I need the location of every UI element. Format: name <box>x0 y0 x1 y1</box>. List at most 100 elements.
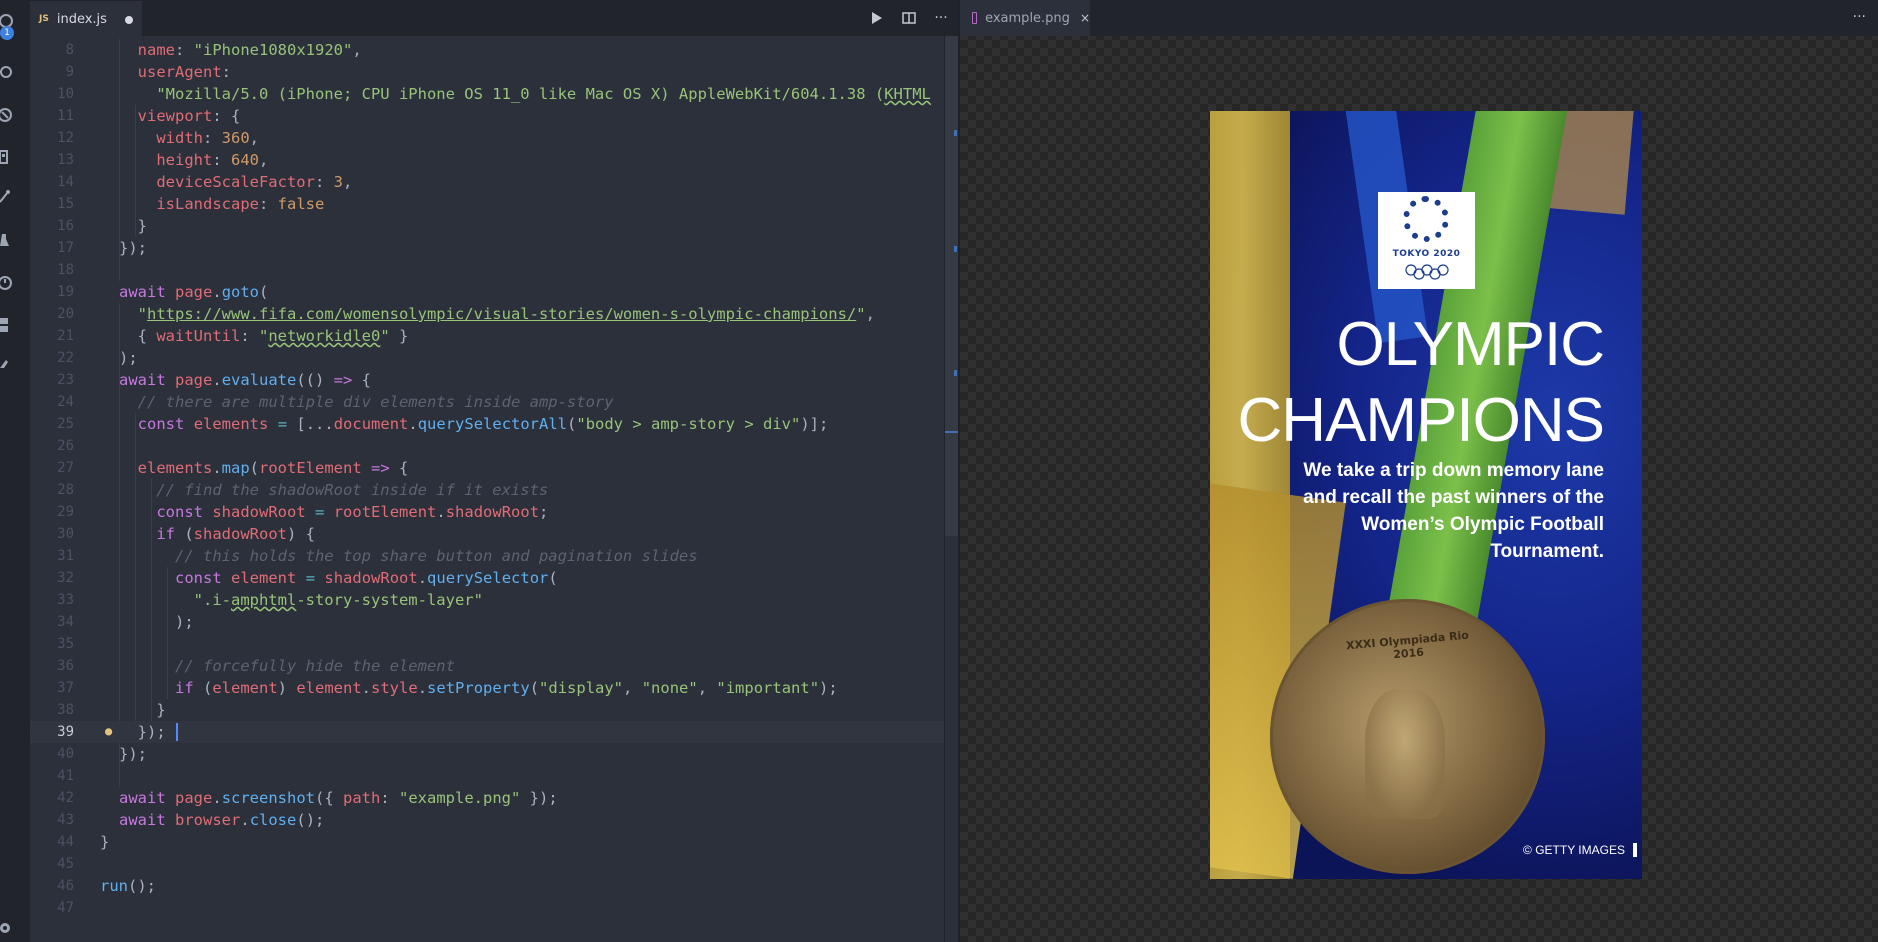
code-text[interactable]: "Mozilla/5.0 (iPhone; CPU iPhone OS 11_0… <box>119 83 931 105</box>
code-line[interactable]: 26 <box>30 435 948 457</box>
settings-gear-icon[interactable] <box>0 917 18 939</box>
code-line[interactable]: 20 "https://www.fifa.com/womensolympic/v… <box>30 303 948 325</box>
line-number: 35 <box>57 636 74 652</box>
more-actions-icon[interactable]: ··· <box>932 9 950 27</box>
code-line[interactable]: 29 const shadowRoot = rootElement.shadow… <box>30 501 948 523</box>
code-line[interactable]: 46 run(); <box>30 875 948 897</box>
code-line[interactable]: 41 <box>30 765 948 787</box>
more-actions-icon[interactable]: ··· <box>1853 9 1866 25</box>
code-line[interactable]: 8 name: "iPhone1080x1920", <box>30 39 948 61</box>
code-text[interactable]: // there are multiple div elements insid… <box>119 391 614 413</box>
code-line[interactable]: 22); <box>30 347 948 369</box>
code-line[interactable]: 14 deviceScaleFactor: 3, <box>30 171 948 193</box>
code-text[interactable]: }); <box>119 237 147 259</box>
code-line[interactable]: 47 <box>30 897 948 919</box>
code-line[interactable]: 45 <box>30 853 948 875</box>
code-line[interactable]: 13 height: 640, <box>30 149 948 171</box>
code-text[interactable]: height: 640, <box>119 149 268 171</box>
code-line[interactable]: 18 <box>30 259 948 281</box>
code-line[interactable]: 15 isLandscape: false <box>30 193 948 215</box>
code-text[interactable]: ); <box>119 611 194 633</box>
code-text[interactable]: } <box>100 831 109 853</box>
code-text[interactable]: }); <box>119 743 147 765</box>
tab-example-png[interactable]: example.png × <box>960 0 1090 36</box>
lightbulb-icon[interactable]: ● <box>105 724 112 738</box>
code-line[interactable]: 24 // there are multiple div elements in… <box>30 391 948 413</box>
code-text[interactable]: { waitUntil: "networkidle0" } <box>119 325 409 347</box>
code-line[interactable]: 33 ".i-amphtml-story-system-layer" <box>30 589 948 611</box>
code-line[interactable]: 30 if (shadowRoot) { <box>30 523 948 545</box>
code-line[interactable]: 31 // this holds the top share button an… <box>30 545 948 567</box>
code-text[interactable]: if (shadowRoot) { <box>119 523 315 545</box>
code-line[interactable]: 27 elements.map(rootElement => { <box>30 457 948 479</box>
code-text[interactable]: isLandscape: false <box>119 193 324 215</box>
code-text[interactable]: ); <box>119 347 138 369</box>
code-line[interactable]: 17}); <box>30 237 948 259</box>
code-line[interactable]: 44} <box>30 831 948 853</box>
extensions-icon[interactable] <box>0 146 18 168</box>
code-text[interactable]: deviceScaleFactor: 3, <box>119 171 352 193</box>
code-text[interactable]: // forcefully hide the element <box>119 655 455 677</box>
code-area[interactable]: 8 name: "iPhone1080x1920", 9 userAgent: 10… <box>30 37 958 942</box>
remote-icon[interactable] <box>0 354 18 376</box>
code-line[interactable]: 23 await page.evaluate(() => { <box>30 369 948 391</box>
debug-icon[interactable] <box>0 186 18 208</box>
code-text[interactable]: run(); <box>100 875 156 897</box>
unsaved-dot-icon[interactable] <box>125 16 133 24</box>
code-line[interactable]: 9 userAgent: <box>30 61 948 83</box>
code-text[interactable]: name: "iPhone1080x1920", <box>119 39 362 61</box>
code-line[interactable]: 21 { waitUntil: "networkidle0" } <box>30 325 948 347</box>
code-text[interactable]: }); <box>119 721 166 743</box>
code-text[interactable]: await browser.close(); <box>119 809 324 831</box>
close-icon[interactable]: × <box>1080 11 1090 25</box>
scrollbar-thumb[interactable] <box>945 36 959 536</box>
line-number: 41 <box>57 768 74 784</box>
run-icon[interactable] <box>868 9 886 27</box>
code-line[interactable]: 40}); <box>30 743 948 765</box>
split-editor-icon[interactable] <box>900 9 918 27</box>
code-line[interactable]: 25 const elements = [...document.querySe… <box>30 413 948 435</box>
code-line[interactable]: 34 ); <box>30 611 948 633</box>
code-line[interactable]: 11 viewport: { <box>30 105 948 127</box>
code-line[interactable]: 35 <box>30 633 948 655</box>
line-number: 19 <box>57 284 74 300</box>
code-line[interactable]: 36 // forcefully hide the element <box>30 655 948 677</box>
code-text[interactable]: await page.evaluate(() => { <box>119 369 371 391</box>
code-text[interactable]: viewport: { <box>119 105 241 127</box>
code-text[interactable]: ".i-amphtml-story-system-layer" <box>119 589 483 611</box>
code-line[interactable]: 10 "Mozilla/5.0 (iPhone; CPU iPhone OS 1… <box>30 83 948 105</box>
code-line[interactable]: 39 }); <box>30 721 948 743</box>
code-line[interactable]: 16 } <box>30 215 948 237</box>
code-text[interactable]: } <box>119 699 165 721</box>
code-text[interactable]: userAgent: <box>119 61 231 83</box>
timeline-icon[interactable] <box>0 272 18 294</box>
line-number: 14 <box>57 174 74 190</box>
test-flask-icon[interactable] <box>0 230 18 252</box>
code-line[interactable]: 32 const element = shadowRoot.querySelec… <box>30 567 948 589</box>
code-text[interactable]: const shadowRoot = rootElement.shadowRoo… <box>119 501 548 523</box>
code-line[interactable]: 38 } <box>30 699 948 721</box>
code-text[interactable]: elements.map(rootElement => { <box>119 457 409 479</box>
code-line[interactable]: 37 if (element) element.style.setPropert… <box>30 677 948 699</box>
code-line[interactable]: 12 width: 360, <box>30 127 948 149</box>
docker-icon[interactable] <box>0 314 18 336</box>
code-line[interactable]: 42 await page.screenshot({ path: "example… <box>30 787 948 809</box>
code-line[interactable]: 43 await browser.close(); <box>30 809 948 831</box>
editor-scrollbar[interactable] <box>944 36 959 942</box>
line-number: 8 <box>65 42 74 58</box>
search-icon[interactable] <box>0 62 18 84</box>
code-line[interactable]: 19 await page.goto( <box>30 281 948 303</box>
code-text[interactable]: "https://www.fifa.com/womensolympic/visu… <box>119 303 875 325</box>
code-text[interactable]: width: 360, <box>119 127 259 149</box>
code-text[interactable]: } <box>119 215 147 237</box>
code-text[interactable]: const element = shadowRoot.querySelector… <box>119 567 558 589</box>
code-text[interactable]: const elements = [...document.querySelec… <box>119 413 829 435</box>
tab-index-js[interactable]: JS index.js <box>30 0 142 37</box>
code-text[interactable]: await page.goto( <box>119 281 268 303</box>
code-text[interactable]: await page.screenshot({ path: "example.p… <box>119 787 558 809</box>
code-text[interactable]: // this holds the top share button and p… <box>119 545 698 567</box>
code-line[interactable]: 28 // find the shadowRoot inside if it e… <box>30 479 948 501</box>
code-text[interactable]: if (element) element.style.setProperty("… <box>119 677 838 699</box>
code-text[interactable]: // find the shadowRoot inside if it exis… <box>119 479 548 501</box>
source-control-icon[interactable] <box>0 104 18 126</box>
